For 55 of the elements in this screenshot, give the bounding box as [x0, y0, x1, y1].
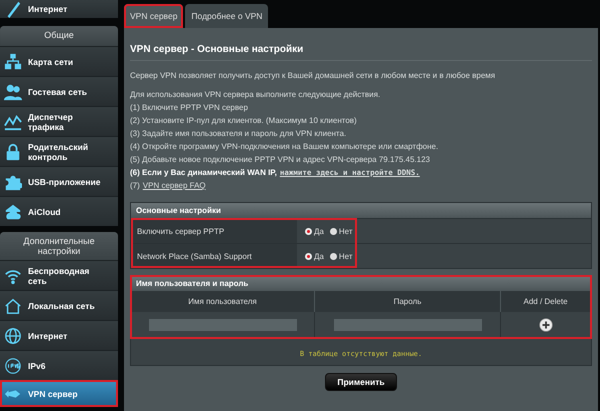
sidebar-section-header: Дополнительные настройки: [0, 232, 118, 260]
setting-label: Network Place (Samba) Support: [131, 244, 297, 268]
ipv6-globe-icon: [4, 356, 22, 374]
intro-text: Сервер VPN позволяет получить доступ к Вашей домашней сети в любом месте и в любое время: [130, 70, 496, 82]
radio-button[interactable]: [305, 252, 312, 260]
house-icon: [4, 296, 22, 314]
page-title: VPN сервер - Основные настройки: [130, 44, 304, 55]
step-text: (1) Включите PPTP VPN сервер: [130, 102, 249, 114]
tab[interactable]: Подробнее о VPN: [185, 4, 268, 28]
setting-label: Включить сервер PPTP: [131, 219, 297, 243]
radio-button[interactable]: [330, 252, 337, 260]
sidebar-item[interactable]: Диспетчер трафика: [0, 106, 118, 136]
sidebar-item[interactable]: Карта сети: [0, 46, 118, 76]
column-header: Имя пользователя: [131, 291, 315, 312]
step-text: (5) Добавьте новое подключение PPTP VPN и адрес VPN-сервера 79.175.45.123: [130, 154, 431, 166]
sidebar-item[interactable]: IPv6: [0, 350, 118, 380]
radio-button[interactable]: [330, 228, 337, 234]
column-header: Пароль: [315, 291, 501, 312]
step-text: (7): [130, 180, 140, 192]
section-header: Имя пользователя и пароль: [131, 276, 591, 291]
section-header: Основные настройки: [131, 203, 591, 218]
username-field[interactable]: [148, 318, 298, 332]
sidebar-item[interactable]: Гостевая сеть: [0, 76, 118, 106]
radio-button[interactable]: [305, 228, 312, 234]
apply-button[interactable]: Применить: [325, 373, 397, 391]
sidebar-item[interactable]: Интернет: [0, 320, 118, 350]
step-text: (4) Откройте программу VPN-подключения на Вашем компьютере или смартфоне.: [130, 141, 440, 153]
tab[interactable]: VPN сервер: [124, 4, 184, 28]
sidebar-item[interactable]: Беспроводная сеть: [0, 260, 118, 290]
sidebar-item[interactable]: Интернет: [0, 0, 118, 18]
radio-option[interactable]: Нет: [330, 226, 352, 236]
step-text: (3) Задайте имя пользователя и пароль для VPN клиента.: [130, 128, 348, 140]
password-field[interactable]: [332, 318, 482, 332]
users-icon: [4, 82, 22, 100]
step-text: (6) Если у Вас динамический WAN IP,: [130, 167, 277, 179]
step-text: (2) Установите IP-пул для клиентов. (Максимум 10 клиентов): [130, 115, 358, 127]
lock-icon: [4, 142, 22, 160]
sidebar-item[interactable]: USB-приложение: [0, 166, 118, 196]
cloud-icon: [4, 202, 22, 220]
sidebar-item[interactable]: AiCloud: [0, 196, 118, 226]
step-link[interactable]: VPN сервер FAQ: [142, 179, 206, 192]
sidebar-item[interactable]: Локальная сеть: [0, 290, 118, 320]
network-map-icon: [4, 52, 22, 70]
sidebar-item[interactable]: Родительский контроль: [0, 136, 118, 166]
steps-heading: Для использования VPN сервера выполните следующие действия.: [130, 89, 382, 101]
sidebar-section-header: Общие: [0, 26, 118, 46]
column-header: Add / Delete: [501, 291, 591, 312]
radio-option[interactable]: Да: [305, 252, 324, 260]
radio-option[interactable]: Да: [305, 226, 324, 236]
radio-option[interactable]: Нет: [330, 252, 352, 260]
puzzle-icon: [4, 172, 22, 190]
sidebar-item[interactable]: VPN сервер: [0, 380, 118, 407]
globe-icon: [4, 326, 22, 344]
add-icon[interactable]: [538, 318, 552, 332]
chart-line-icon: [4, 112, 22, 130]
